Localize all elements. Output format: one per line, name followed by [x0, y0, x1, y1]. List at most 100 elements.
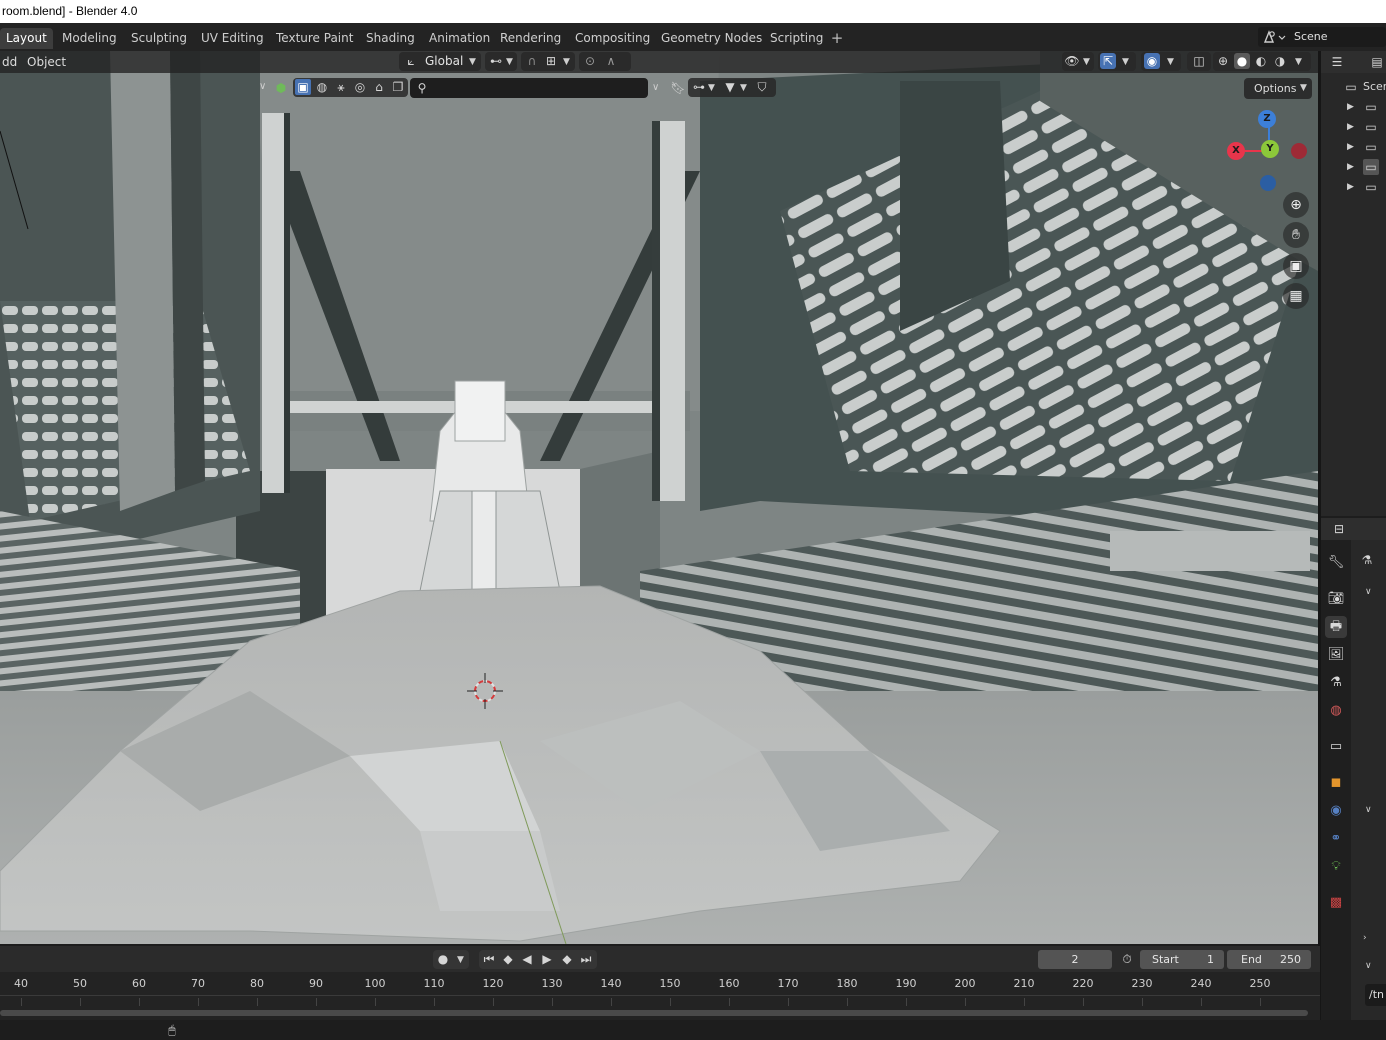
editor-type-icon[interactable]: ⊟ — [1331, 521, 1347, 537]
gizmo-icon[interactable]: ⇱ — [1100, 53, 1116, 69]
other-filter-icon[interactable]: ❐ — [390, 79, 406, 95]
view-layer-icon[interactable]: ▤ — [1369, 54, 1385, 70]
proportional-editing[interactable]: ⊙ ∧ — [579, 52, 631, 71]
mesh-filter-icon[interactable]: ◍ — [314, 79, 330, 95]
jump-end-icon[interactable]: ⏭ — [578, 951, 594, 967]
world-filter-icon[interactable]: ◎ — [352, 79, 368, 95]
start-frame-field[interactable]: Start 1 — [1140, 950, 1224, 969]
expand-arrow-icon[interactable]: ▶ — [1347, 119, 1354, 135]
transform-orientation-dropdown[interactable]: ⟀ Global ▼ — [399, 52, 481, 71]
select-box-icon[interactable]: ▣ — [295, 79, 311, 95]
gizmo-toggle[interactable]: ⇱ ▼ — [1098, 52, 1136, 71]
outliner-item[interactable]: ▶ ▭ — [1321, 97, 1386, 117]
outliner-filter-group[interactable]: ⊶ ▼ ▼ ▼ ⛉ — [688, 78, 776, 97]
proportional-edit-icon[interactable]: ⊙ — [582, 53, 598, 69]
jump-keyframe-back-icon[interactable]: ◆ — [500, 951, 516, 967]
end-frame-field[interactable]: End 250 — [1227, 950, 1311, 969]
expand-arrow-icon[interactable]: ▶ — [1347, 179, 1354, 195]
tab-modeling[interactable]: Modeling — [56, 28, 123, 49]
record-icon[interactable]: ● — [435, 951, 451, 967]
object-menu[interactable]: Object — [21, 53, 72, 71]
output-path-field[interactable]: /tn — [1365, 984, 1386, 1006]
outliner-scene-row[interactable]: ▭ Scer — [1321, 77, 1386, 97]
timeline-scrollbar[interactable] — [0, 1010, 1308, 1016]
shading-mode-group[interactable]: ⊕ ● ◐ ◑ ▼ — [1213, 52, 1311, 71]
selection-filter-group[interactable]: ▣ ◍ ⚹ ◎ ⌂ ❐ — [293, 78, 408, 97]
falloff-curve-icon[interactable]: ∧ — [603, 53, 619, 69]
search-input[interactable]: ⚲ — [410, 78, 648, 98]
gizmo-x-axis[interactable]: X — [1227, 142, 1245, 160]
gizmo-z-axis[interactable]: Z — [1258, 110, 1276, 128]
tab-sculpting[interactable]: Sculpting — [125, 28, 193, 49]
view-layer-tab-icon[interactable]: 🖼︎ — [1325, 644, 1347, 666]
scene-tab-icon[interactable]: ⚗︎ — [1325, 672, 1347, 694]
expand-arrow-icon[interactable]: ▶ — [1347, 99, 1354, 115]
filter-funnel-icon[interactable]: ▼ — [722, 79, 738, 95]
bookmark-icon[interactable]: 🔖︎ — [670, 80, 686, 96]
tab-compositing[interactable]: Compositing — [569, 28, 656, 49]
constraints-tab-icon[interactable]: ⚭ — [1325, 828, 1347, 850]
expand-arrow-icon[interactable]: ▶ — [1347, 139, 1354, 155]
outliner-item[interactable]: ▶ ▭ — [1321, 117, 1386, 137]
cube-color-icon[interactable]: ⬢ — [273, 80, 289, 96]
shield-check-icon[interactable]: ⛉ — [754, 79, 770, 95]
solid-shading-icon[interactable]: ● — [1234, 53, 1250, 69]
auto-keying-toggle[interactable]: ● ▼ — [433, 950, 469, 969]
snapping-controls[interactable]: ∩ ⊞ ▼ — [521, 52, 575, 71]
pivot-point-dropdown[interactable]: ⊷ ▼ — [485, 52, 517, 71]
tab-uv-editing[interactable]: UV Editing — [195, 28, 270, 49]
outliner-item[interactable]: ▶ ▭ — [1321, 137, 1386, 157]
object-tab-icon[interactable]: ◼ — [1325, 772, 1347, 794]
camera-view-icon[interactable]: ▣ — [1283, 253, 1309, 279]
collection-tab-icon[interactable]: ▭ — [1325, 736, 1347, 758]
stopwatch-icon[interactable]: ⏱ — [1119, 951, 1135, 967]
expand-arrow-icon[interactable]: ▶ — [1347, 159, 1354, 175]
tab-scripting[interactable]: Scripting — [764, 28, 829, 49]
tool-tab-icon[interactable]: 🔧︎ — [1325, 552, 1347, 574]
tab-animation[interactable]: Animation — [423, 28, 496, 49]
texture-tab-icon[interactable]: ▩ — [1325, 892, 1347, 914]
zoom-icon[interactable]: ⊕ — [1283, 192, 1309, 218]
tab-shading[interactable]: Shading — [360, 28, 421, 49]
render-tab-icon[interactable]: 📷︎ — [1325, 588, 1347, 610]
play-reverse-icon[interactable]: ◀ — [519, 951, 535, 967]
data-tab-icon[interactable]: 💡︎ — [1325, 856, 1347, 878]
3d-viewport[interactable]: dd Object ⟀ Global ▼ ⊷ ▼ ∩ ⊞ ▼ ⊙ ∧ 👁 ▼ ⇱… — [0, 51, 1318, 944]
xray-toggle[interactable]: ◫ — [1187, 52, 1211, 71]
world-tab-icon[interactable]: ◍ — [1325, 700, 1347, 722]
material-preview-icon[interactable]: ◐ — [1253, 53, 1269, 69]
add-workspace-button[interactable]: + — [829, 28, 845, 49]
panel-chevron-icon[interactable]: ∨ — [1365, 584, 1372, 600]
wireframe-shading-icon[interactable]: ⊕ — [1215, 53, 1231, 69]
add-menu[interactable]: dd — [0, 53, 23, 71]
tab-geometry-nodes[interactable]: Geometry Nodes — [655, 28, 768, 49]
panel-chevron-icon[interactable]: › — [1363, 930, 1367, 946]
rendered-shading-icon[interactable]: ◑ — [1272, 53, 1288, 69]
panel-chevron-icon[interactable]: ∨ — [1365, 958, 1372, 974]
current-frame-field[interactable]: 2 — [1038, 950, 1112, 969]
xray-icon[interactable]: ◫ — [1191, 53, 1207, 69]
jump-keyframe-forward-icon[interactable]: ◆ — [559, 951, 575, 967]
magnet-icon[interactable]: ∩ — [524, 53, 540, 69]
jump-start-icon[interactable]: ⏮ — [481, 951, 497, 967]
scene-selector[interactable]: Scene — [1258, 27, 1386, 47]
tab-layout[interactable]: Layout — [0, 28, 53, 49]
tab-texture-paint[interactable]: Texture Paint — [270, 28, 359, 49]
snap-increment-icon[interactable]: ⊞ — [543, 53, 559, 69]
light-filter-icon[interactable]: ⚹ — [333, 79, 349, 95]
pan-hand-icon[interactable]: ✋︎ — [1283, 222, 1309, 248]
collapse-chevron-icon[interactable]: ∨ — [259, 79, 266, 95]
object-visibility-dropdown[interactable]: 👁 ▼ — [1062, 52, 1094, 71]
output-tab-icon[interactable]: 🖶︎ — [1325, 616, 1347, 638]
overlays-icon[interactable]: ◉ — [1144, 53, 1160, 69]
physics-tab-icon[interactable]: ◉ — [1325, 800, 1347, 822]
ortho-grid-icon[interactable]: ▦ — [1283, 283, 1309, 309]
tab-rendering[interactable]: Rendering — [494, 28, 567, 49]
editor-type-icon[interactable]: ☰ — [1329, 54, 1345, 70]
outliner-item[interactable]: ▶ ▭ — [1321, 177, 1386, 197]
camera-filter-icon[interactable]: ⌂ — [371, 79, 387, 95]
gizmo-y-axis[interactable]: Y — [1261, 140, 1279, 158]
outliner-item[interactable]: ▶ ▭ — [1321, 157, 1386, 177]
hierarchy-icon[interactable]: ⊶ — [691, 79, 707, 95]
options-dropdown[interactable]: Options ▼ — [1244, 78, 1312, 99]
